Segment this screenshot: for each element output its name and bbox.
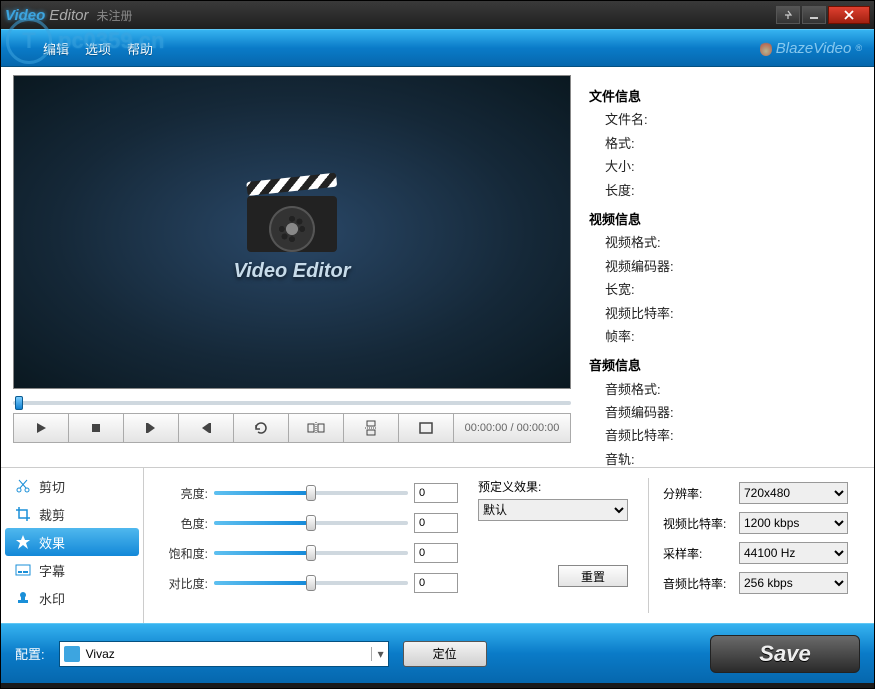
- locate-button[interactable]: 定位: [403, 641, 487, 667]
- stamp-icon: [15, 590, 31, 606]
- seek-bar[interactable]: [13, 393, 571, 411]
- star-icon: [15, 534, 31, 550]
- resolution-label: 分辨率:: [663, 485, 735, 502]
- tab-crop[interactable]: 裁剪: [5, 500, 139, 528]
- samplerate-out-label: 采样率:: [663, 545, 735, 562]
- audio-bitrate-label: 音频比特率:: [589, 424, 864, 447]
- audio-bitrate-select[interactable]: 256 kbps: [739, 572, 848, 594]
- overlay-logo-icon: T: [6, 18, 52, 64]
- audio-info-title: 音频信息: [589, 354, 864, 377]
- flip-vertical-button[interactable]: [343, 413, 398, 443]
- file-format-label: 格式:: [589, 132, 864, 155]
- hue-label: 色度:: [158, 515, 208, 532]
- tab-effect[interactable]: 效果: [5, 528, 139, 556]
- video-bitrate-out-label: 视频比特率:: [663, 515, 735, 532]
- video-fps-label: 帧率:: [589, 325, 864, 348]
- brightness-value[interactable]: [414, 483, 458, 503]
- mark-out-button[interactable]: [178, 413, 233, 443]
- flame-icon: [760, 40, 772, 56]
- save-button[interactable]: Save: [710, 635, 860, 673]
- scissors-icon: [15, 478, 31, 494]
- contrast-value[interactable]: [414, 573, 458, 593]
- video-dim-label: 长宽:: [589, 278, 864, 301]
- profile-select[interactable]: Vivaz ▾: [59, 641, 389, 667]
- reset-button[interactable]: 重置: [558, 565, 628, 587]
- overlay-site-text: pc0359.cn: [58, 28, 164, 54]
- crop-icon: [15, 506, 31, 522]
- hue-value[interactable]: [414, 513, 458, 533]
- clapper-icon: [247, 182, 337, 252]
- file-size-label: 大小:: [589, 155, 864, 178]
- file-info-title: 文件信息: [589, 85, 864, 108]
- contrast-slider[interactable]: [214, 581, 408, 585]
- dropdown-arrow-icon: ▾: [371, 647, 384, 661]
- samplerate-select[interactable]: 44100 Hz: [739, 542, 848, 564]
- video-format-label: 视频格式:: [589, 231, 864, 254]
- info-panel: 文件信息 文件名: 格式: 大小: 长度: 视频信息 视频格式: 视频编码器: …: [579, 67, 874, 467]
- time-display: 00:00:00 / 00:00:00: [453, 413, 571, 443]
- resolution-select[interactable]: 720x480: [739, 482, 848, 504]
- profile-icon: [64, 646, 80, 662]
- profile-value: Vivaz: [86, 647, 115, 661]
- file-name-label: 文件名:: [589, 108, 864, 131]
- brightness-label: 亮度:: [158, 485, 208, 502]
- audio-format-label: 音频格式:: [589, 378, 864, 401]
- preview-placeholder-label: Video Editor: [233, 260, 350, 283]
- play-button[interactable]: [13, 413, 68, 443]
- tab-watermark[interactable]: 水印: [5, 584, 139, 612]
- minimize-button[interactable]: [802, 6, 826, 24]
- video-bitrate-select[interactable]: 1200 kbps: [739, 512, 848, 534]
- tab-subtitle[interactable]: 字幕: [5, 556, 139, 584]
- saturation-slider[interactable]: [214, 551, 408, 555]
- contrast-label: 对比度:: [158, 575, 208, 592]
- video-preview: Video Editor: [13, 75, 571, 389]
- hue-slider[interactable]: [214, 521, 408, 525]
- audio-bitrate-out-label: 音频比特率:: [663, 575, 735, 592]
- subtitle-icon: [15, 562, 31, 578]
- video-bitrate-label: 视频比特率:: [589, 302, 864, 325]
- profile-label: 配置:: [15, 644, 45, 663]
- watermark-overlay: T pc0359.cn: [6, 18, 164, 64]
- tab-cut[interactable]: 剪切: [5, 472, 139, 500]
- brightness-slider[interactable]: [214, 491, 408, 495]
- preset-select[interactable]: 默认: [478, 499, 628, 521]
- seek-thumb[interactable]: [15, 396, 23, 410]
- brand-label: BlazeVideo®: [760, 40, 862, 57]
- video-info-title: 视频信息: [589, 208, 864, 231]
- flip-horizontal-button[interactable]: [288, 413, 343, 443]
- file-length-label: 长度:: [589, 179, 864, 202]
- preset-label: 预定义效果:: [478, 478, 628, 495]
- audio-codec-label: 音频编码器:: [589, 401, 864, 424]
- fullscreen-button[interactable]: [398, 413, 453, 443]
- saturation-value[interactable]: [414, 543, 458, 563]
- mark-in-button[interactable]: [123, 413, 178, 443]
- rotate-button[interactable]: [233, 413, 288, 443]
- video-codec-label: 视频编码器:: [589, 255, 864, 278]
- close-button[interactable]: [828, 6, 870, 24]
- stop-button[interactable]: [68, 413, 123, 443]
- saturation-label: 饱和度:: [158, 545, 208, 562]
- pin-button[interactable]: [776, 6, 800, 24]
- audio-track-label: 音轨:: [589, 448, 864, 467]
